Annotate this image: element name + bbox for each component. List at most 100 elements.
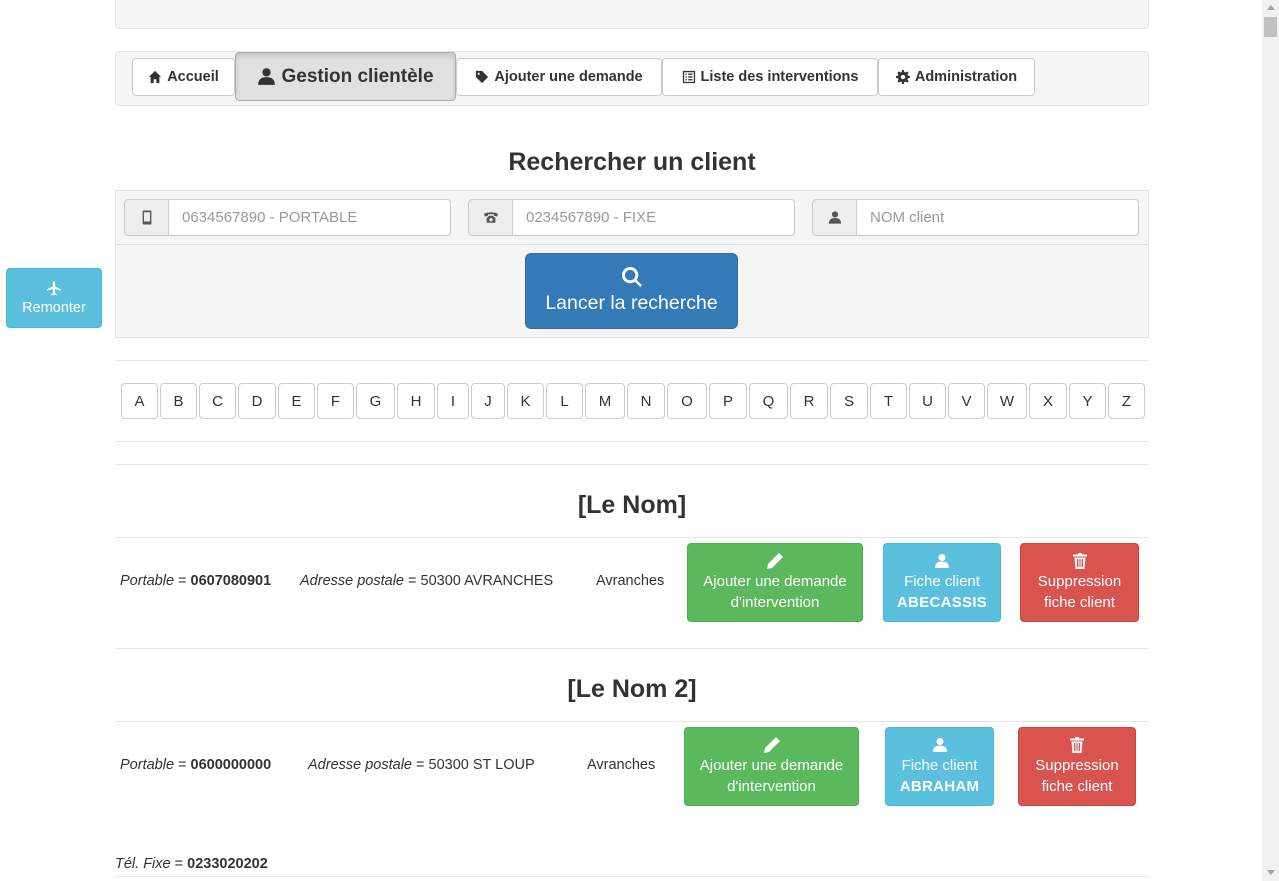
- letter-filter-a[interactable]: A: [121, 383, 158, 419]
- top-well: [115, 0, 1149, 29]
- letter-filter-t[interactable]: T: [870, 383, 907, 419]
- letter-filter-e[interactable]: E: [278, 383, 315, 419]
- trash-icon: [1070, 736, 1084, 753]
- scroll-down-arrow[interactable]: [1267, 870, 1275, 875]
- address-label: Adresse postale: [300, 573, 404, 589]
- nav-home-button[interactable]: Accueil: [132, 58, 235, 96]
- list-alt-icon: [682, 70, 695, 84]
- scrollbar[interactable]: [1262, 0, 1279, 881]
- fixed-value: 0233020202: [187, 856, 268, 872]
- letter-filter-y[interactable]: Y: [1069, 383, 1106, 419]
- delete-client-button[interactable]: Suppression fiche client: [1020, 543, 1139, 622]
- trash-icon: [1072, 552, 1087, 569]
- mobile-phone-icon: [124, 199, 168, 236]
- mobile-label: Portable: [120, 757, 175, 773]
- search-divider: [116, 244, 1148, 245]
- phone-icon: [468, 199, 512, 236]
- nav-admin-label: Administration: [914, 69, 1018, 85]
- fixed-search-input[interactable]: [512, 199, 795, 236]
- add-intervention-button[interactable]: Ajouter une demande d'intervention: [684, 727, 859, 806]
- user-icon: [932, 737, 947, 752]
- nav-add-request-button[interactable]: Ajouter une demande: [456, 58, 662, 96]
- letter-filter-s[interactable]: S: [830, 383, 868, 419]
- letter-filter-b[interactable]: B: [160, 383, 197, 419]
- add-intervention-button[interactable]: Ajouter une demande d'intervention: [687, 543, 863, 622]
- divider: [115, 648, 1149, 649]
- letter-filter-u[interactable]: U: [909, 383, 946, 419]
- letter-filter-g[interactable]: G: [356, 383, 395, 419]
- client-mobile: Portable = 0600000000: [120, 757, 272, 773]
- nav-interventions-label: Liste des interventions: [700, 69, 859, 85]
- letter-filter-q[interactable]: Q: [749, 383, 788, 419]
- nav-add-request-label: Ajouter une demande: [494, 69, 643, 85]
- client-card-button[interactable]: Fiche client ABECASSIS: [883, 543, 1001, 622]
- name-search-input[interactable]: [856, 199, 1139, 236]
- client-card-button[interactable]: Fiche client ABRAHAM: [885, 727, 994, 806]
- letter-filter-m[interactable]: M: [585, 383, 625, 419]
- nav-home-label: Accueil: [167, 69, 219, 85]
- letter-filter-h[interactable]: H: [397, 383, 435, 419]
- client-address: Adresse postale = 50300 ST LOUP: [308, 757, 535, 773]
- fixed-label: Tél. Fixe: [115, 856, 171, 872]
- mobile-search-group: [124, 199, 451, 237]
- client-city: Avranches: [587, 757, 656, 773]
- letter-filter-n[interactable]: N: [627, 383, 665, 419]
- letter-filter-d[interactable]: D: [238, 383, 276, 419]
- letter-filter-c[interactable]: C: [199, 383, 236, 419]
- divider: [115, 360, 1149, 361]
- address-value: 50300 ST LOUP: [428, 757, 535, 773]
- pencil-icon: [763, 736, 780, 753]
- divider: [115, 537, 1149, 538]
- letter-filter-j[interactable]: J: [471, 383, 505, 419]
- search-title: Rechercher un client: [508, 148, 756, 176]
- plane-icon: [47, 281, 61, 295]
- back-to-top-label: Remonter: [22, 299, 86, 316]
- client-mobile: Portable = 0607080901: [120, 573, 272, 589]
- letter-filter-x[interactable]: X: [1029, 383, 1067, 419]
- letter-filter-p[interactable]: P: [709, 383, 747, 419]
- divider: [115, 721, 1149, 722]
- letter-filter-o[interactable]: O: [667, 383, 707, 419]
- search-button-label: Lancer la recherche: [545, 292, 718, 314]
- search-button[interactable]: Lancer la recherche: [525, 253, 738, 329]
- client-name: [Le Nom]: [577, 491, 687, 519]
- name-search-group: [812, 199, 1139, 237]
- letter-filter-r[interactable]: R: [790, 383, 828, 419]
- user-icon: [812, 199, 856, 236]
- user-icon: [258, 68, 276, 85]
- letter-filter-i[interactable]: I: [437, 383, 469, 419]
- client-city: Avranches: [596, 573, 665, 589]
- divider: [115, 876, 1149, 877]
- delete-client-button[interactable]: Suppression fiche client: [1018, 727, 1136, 806]
- client-fixed-phone: Tél. Fixe = 0233020202: [115, 856, 268, 872]
- gear-icon: [895, 70, 910, 84]
- scrollbar-thumb[interactable]: [1264, 17, 1277, 37]
- mobile-search-input[interactable]: [168, 199, 451, 236]
- mobile-label: Portable: [120, 573, 175, 589]
- nav-interventions-button[interactable]: Liste des interventions: [662, 58, 878, 96]
- letter-filter-k[interactable]: K: [507, 383, 544, 419]
- client-name: [Le Nom 2]: [567, 675, 697, 703]
- letter-filter-f[interactable]: F: [317, 383, 354, 419]
- scroll-up-arrow[interactable]: [1267, 5, 1275, 10]
- home-icon: [149, 70, 162, 84]
- nav-clients-button[interactable]: Gestion clientèle: [235, 52, 456, 101]
- address-label: Adresse postale: [308, 757, 412, 773]
- tag-icon: [476, 70, 489, 84]
- client-address: Adresse postale = 50300 AVRANCHES: [300, 573, 554, 589]
- letter-filter-z[interactable]: Z: [1108, 383, 1145, 419]
- mobile-value: 0600000000: [190, 757, 272, 773]
- nav-admin-button[interactable]: Administration: [878, 58, 1035, 96]
- mobile-value: 0607080901: [190, 573, 272, 589]
- letter-filter-l[interactable]: L: [546, 383, 583, 419]
- divider: [115, 441, 1149, 442]
- alphabet-filter: ABCDEFGHIJKLMNOPQRSTUVWXYZ: [121, 383, 1145, 419]
- divider: [115, 464, 1149, 465]
- pencil-icon: [767, 552, 783, 569]
- back-to-top-button[interactable]: Remonter: [6, 268, 102, 328]
- letter-filter-v[interactable]: V: [948, 383, 985, 419]
- nav-clients-label: Gestion clientèle: [281, 65, 434, 87]
- search-icon: [621, 267, 642, 287]
- letter-filter-w[interactable]: W: [987, 383, 1027, 419]
- user-icon: [935, 553, 949, 568]
